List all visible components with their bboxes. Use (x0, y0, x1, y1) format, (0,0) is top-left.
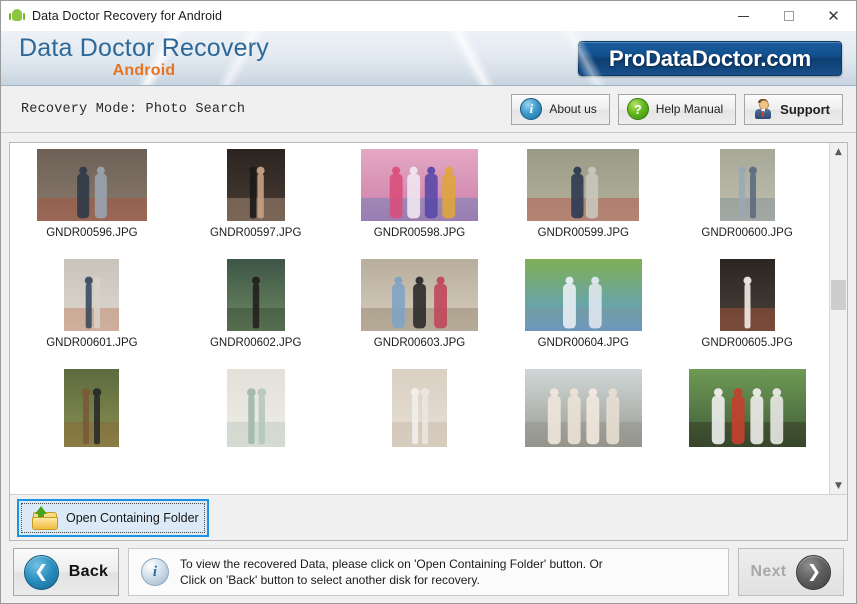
recovery-mode-bar: Recovery Mode: Photo Search i About us ?… (1, 86, 856, 133)
app-banner: Data Doctor Recovery Android ProDataDoct… (1, 31, 856, 86)
photo-filename-label: GNDR00605.JPG (701, 337, 793, 349)
application-window: Data Doctor Recovery for Android ✕ Data … (0, 0, 857, 604)
photo-thumbnail[interactable] (524, 369, 642, 447)
thumbnail-cell[interactable]: GNDR00604.JPG (501, 259, 665, 369)
photo-filename-label: GNDR00601.JPG (46, 337, 138, 349)
photo-thumbnail[interactable] (360, 149, 478, 221)
close-button[interactable]: ✕ (811, 1, 856, 31)
thumbnail-cell[interactable]: GNDR00599.JPG (501, 149, 665, 259)
thumbnail-cell[interactable]: GNDR00605.JPG (665, 259, 829, 369)
close-icon: ✕ (827, 6, 840, 25)
support-button[interactable]: Support (744, 93, 843, 125)
photo-thumbnail[interactable] (360, 259, 478, 331)
thumbnail-cell[interactable]: GNDR00602.JPG (174, 259, 338, 369)
content-area: GNDR00596.JPG GNDR00597.JPG GNDR00598.JPG G… (1, 133, 856, 541)
thumbnail-cell[interactable] (174, 369, 338, 479)
photo-filename-label: GNDR00604.JPG (537, 337, 629, 349)
photo-thumbnail[interactable] (36, 149, 147, 221)
open-folder-bar: Open Containing Folder (10, 494, 847, 540)
window-controls: ✕ (721, 1, 856, 31)
scroll-up-button[interactable]: ▲ (830, 143, 847, 160)
scrollbar-track[interactable] (830, 160, 847, 477)
about-us-label: About us (549, 102, 597, 116)
thumbnail-cell[interactable]: GNDR00597.JPG (174, 149, 338, 259)
photo-filename-label: GNDR00599.JPG (537, 227, 629, 239)
photo-filename-label: GNDR00603.JPG (373, 337, 466, 349)
photo-thumbnail[interactable] (226, 369, 285, 447)
photo-thumbnail[interactable] (226, 259, 285, 331)
photo-thumbnail[interactable] (719, 259, 775, 331)
thumbnail-row (10, 369, 829, 479)
photo-filename-label: GNDR00597.JPG (209, 227, 302, 239)
photo-filename-label: GNDR00598.JPG (373, 227, 466, 239)
next-label: Next (750, 563, 787, 580)
photo-thumbnail[interactable] (527, 149, 640, 221)
thumbnail-grid[interactable]: GNDR00596.JPG GNDR00597.JPG GNDR00598.JPG G… (10, 143, 829, 494)
info-message-box: i To view the recovered Data, please cli… (128, 548, 729, 596)
photo-thumbnail[interactable] (524, 259, 642, 331)
next-button[interactable]: Next ❯ (738, 548, 844, 596)
title-bar: Data Doctor Recovery for Android ✕ (1, 1, 856, 31)
photo-thumbnail[interactable] (688, 369, 806, 447)
thumbnail-row: GNDR00596.JPG GNDR00597.JPG GNDR00598.JPG G… (10, 149, 829, 259)
minimize-button[interactable] (721, 1, 766, 31)
back-label: Back (68, 563, 109, 580)
photo-thumbnail[interactable] (64, 259, 120, 331)
scrollbar-thumb[interactable] (831, 280, 846, 311)
chevron-right-circle-icon: ❯ (796, 554, 832, 590)
logo-text: ProDataDoctor.com (609, 45, 811, 71)
thumbnail-cell[interactable] (501, 369, 665, 479)
thumbnail-cell[interactable] (338, 369, 502, 479)
thumbnail-cell[interactable]: GNDR00596.JPG (10, 149, 174, 259)
help-manual-label: Help Manual (655, 102, 724, 116)
photo-thumbnail[interactable] (719, 149, 775, 221)
open-containing-folder-label: Open Containing Folder (66, 510, 199, 525)
photo-filename-label: GNDR00596.JPG (46, 227, 138, 239)
photo-filename-label: GNDR00600.JPG (701, 227, 793, 239)
back-button[interactable]: ❮ Back (13, 548, 119, 596)
prodatadoctor-logo[interactable]: ProDataDoctor.com (578, 41, 842, 76)
android-robot-icon (9, 8, 25, 24)
brand-title: Data Doctor Recovery (19, 34, 269, 62)
thumbnail-cell[interactable]: GNDR00600.JPG (665, 149, 829, 259)
brand-block: Data Doctor Recovery Android (19, 33, 269, 80)
thumbnail-cell[interactable]: GNDR00601.JPG (10, 259, 174, 369)
window-title: Data Doctor Recovery for Android (32, 9, 223, 23)
toolbar-buttons: i About us ? Help Manual Support (511, 93, 843, 125)
recovery-mode-label: Recovery Mode: Photo Search (21, 101, 246, 117)
support-person-icon (753, 99, 773, 119)
support-label: Support (780, 101, 830, 117)
open-folder-upload-icon (31, 505, 58, 530)
info-line-2: Click on 'Back' button to select another… (180, 573, 480, 587)
help-manual-button[interactable]: ? Help Manual (617, 93, 737, 125)
photo-filename-label: GNDR00602.JPG (209, 337, 302, 349)
thumbnail-grid-wrap: GNDR00596.JPG GNDR00597.JPG GNDR00598.JPG G… (10, 143, 847, 494)
info-circle-icon: i (520, 98, 543, 120)
results-panel: GNDR00596.JPG GNDR00597.JPG GNDR00598.JPG G… (9, 142, 848, 541)
open-containing-folder-button[interactable]: Open Containing Folder (17, 498, 209, 537)
info-circle-icon: i (141, 558, 169, 586)
maximize-icon (783, 11, 794, 21)
info-line-1: To view the recovered Data, please click… (180, 557, 603, 571)
thumbnail-cell[interactable] (665, 369, 829, 479)
question-circle-icon: ? (626, 98, 649, 120)
photo-thumbnail[interactable] (391, 369, 447, 447)
about-us-button[interactable]: i About us (511, 93, 610, 125)
brand-subtitle: Android (112, 62, 176, 79)
photo-thumbnail[interactable] (226, 149, 285, 221)
thumbnail-cell[interactable]: GNDR00603.JPG (338, 259, 502, 369)
thumbnail-cell[interactable] (10, 369, 174, 479)
vertical-scrollbar[interactable]: ▲ ▼ (829, 143, 847, 494)
minimize-icon (738, 15, 749, 17)
photo-thumbnail[interactable] (64, 369, 120, 447)
scroll-down-button[interactable]: ▼ (830, 477, 847, 494)
footer-bar: ❮ Back i To view the recovered Data, ple… (1, 541, 856, 603)
thumbnail-row: GNDR00601.JPG GNDR00602.JPG GNDR00603.JPG G… (10, 259, 829, 369)
thumbnail-cell[interactable]: GNDR00598.JPG (338, 149, 502, 259)
chevron-left-circle-icon: ❮ (23, 554, 59, 590)
maximize-button[interactable] (766, 1, 811, 31)
